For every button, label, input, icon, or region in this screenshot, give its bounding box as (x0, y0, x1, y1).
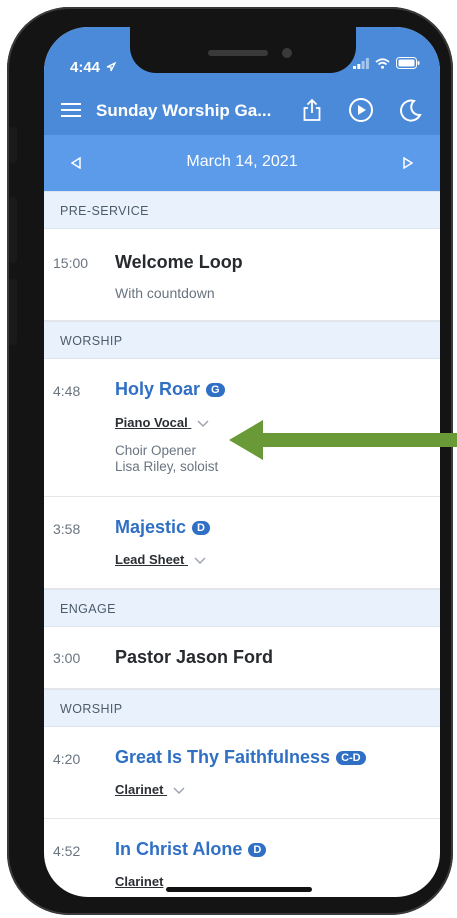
item-title: Welcome Loop (115, 252, 243, 272)
item-length: 15:00 (53, 255, 89, 271)
notch (130, 27, 356, 73)
plan-item-pastor[interactable]: 3:00 Pastor Jason Ford (44, 627, 440, 689)
key-badge: G (206, 383, 225, 397)
key-badge: D (248, 843, 267, 857)
arrangement-label: Lead Sheet (115, 552, 185, 567)
arrangement-dropdown[interactable]: Clarinet (115, 782, 185, 797)
plan-title: Sunday Worship Ga... (96, 101, 272, 120)
note-line: Lisa Riley, soloist (115, 459, 219, 474)
chevron-down-icon (194, 557, 206, 564)
plan-item-great-is-thy-faithfulness[interactable]: 4:20 Great Is Thy Faithfulness C-D Clarin… (44, 727, 440, 819)
song-title: Holy Roar (115, 379, 201, 399)
section-header: ENGAGE (44, 589, 440, 627)
section-header: WORSHIP (44, 321, 440, 359)
item-length: 4:20 (53, 751, 81, 767)
arrangement-dropdown[interactable]: Clarinet (115, 874, 163, 889)
share-button[interactable] (297, 95, 327, 125)
share-icon (303, 98, 321, 121)
arrangement-label: Clarinet (115, 782, 164, 797)
screen: 4:44 Sunday Worship Ga... March 14, 2021… (44, 27, 440, 897)
play-button[interactable] (346, 95, 376, 125)
dark-mode-button[interactable] (396, 95, 426, 125)
service-plan-list: PRE-SERVICE 15:00 Welcome Loop With coun… (44, 191, 440, 897)
next-date-button[interactable] (396, 151, 420, 175)
item-length: 4:52 (53, 843, 81, 859)
item-title: Pastor Jason Ford (115, 647, 274, 667)
song-title-link[interactable]: In Christ Alone D (115, 839, 267, 860)
location-arrow-icon (106, 61, 117, 72)
signal-icon (353, 57, 369, 69)
song-title: Majestic (115, 517, 187, 537)
key-badge: C-D (336, 751, 366, 765)
item-description: With countdown (115, 285, 215, 301)
arrangement-label: Clarinet (115, 874, 164, 889)
status-time-label: 4:44 (70, 59, 101, 76)
plan-item-in-christ-alone[interactable]: 4:52 In Christ Alone D Clarinet (44, 819, 440, 897)
note-line: Choir Opener (115, 443, 197, 458)
section-header: WORSHIP (44, 689, 440, 727)
current-date[interactable]: March 14, 2021 (44, 153, 440, 171)
key-badge: D (192, 521, 210, 535)
mute-switch (9, 127, 17, 163)
song-title-link[interactable]: Majestic D (115, 517, 210, 538)
item-length: 4:48 (53, 383, 81, 399)
play-icon (349, 98, 373, 122)
battery-icon (396, 57, 420, 69)
speaker (208, 50, 268, 56)
song-title-link[interactable]: Holy Roar G (115, 379, 225, 400)
item-notes: Choir Opener Lisa Riley, soloist (115, 443, 218, 475)
status-icons (353, 57, 420, 69)
menu-button[interactable] (56, 95, 86, 125)
volume-up-button (9, 197, 17, 263)
song-title: Great Is Thy Faithfulness (115, 747, 331, 767)
wifi-icon (375, 57, 390, 69)
plan-item-majestic[interactable]: 3:58 Majestic D Lead Sheet (44, 497, 440, 589)
song-title: In Christ Alone (115, 839, 243, 859)
section-header: PRE-SERVICE (44, 191, 440, 229)
pointer-arrow-icon (229, 420, 457, 460)
chevron-down-icon (173, 787, 185, 794)
song-title-link[interactable]: Great Is Thy Faithfulness C-D (115, 747, 366, 768)
home-indicator[interactable] (166, 887, 312, 892)
triangle-right-icon (403, 157, 413, 169)
chevron-down-icon (197, 420, 209, 427)
arrangement-label: Piano Vocal (115, 415, 188, 430)
volume-down-button (9, 279, 17, 345)
date-bar: March 14, 2021 (44, 135, 440, 191)
item-length: 3:00 (53, 650, 81, 666)
camera (282, 48, 292, 58)
item-length: 3:58 (53, 521, 81, 537)
status-time: 4:44 (70, 59, 117, 76)
arrangement-dropdown[interactable]: Piano Vocal (115, 415, 209, 430)
plan-item-welcome-loop[interactable]: 15:00 Welcome Loop With countdown (44, 229, 440, 321)
arrangement-dropdown[interactable]: Lead Sheet (115, 552, 206, 567)
moon-icon (400, 99, 422, 122)
hamburger-menu-icon (61, 103, 81, 117)
